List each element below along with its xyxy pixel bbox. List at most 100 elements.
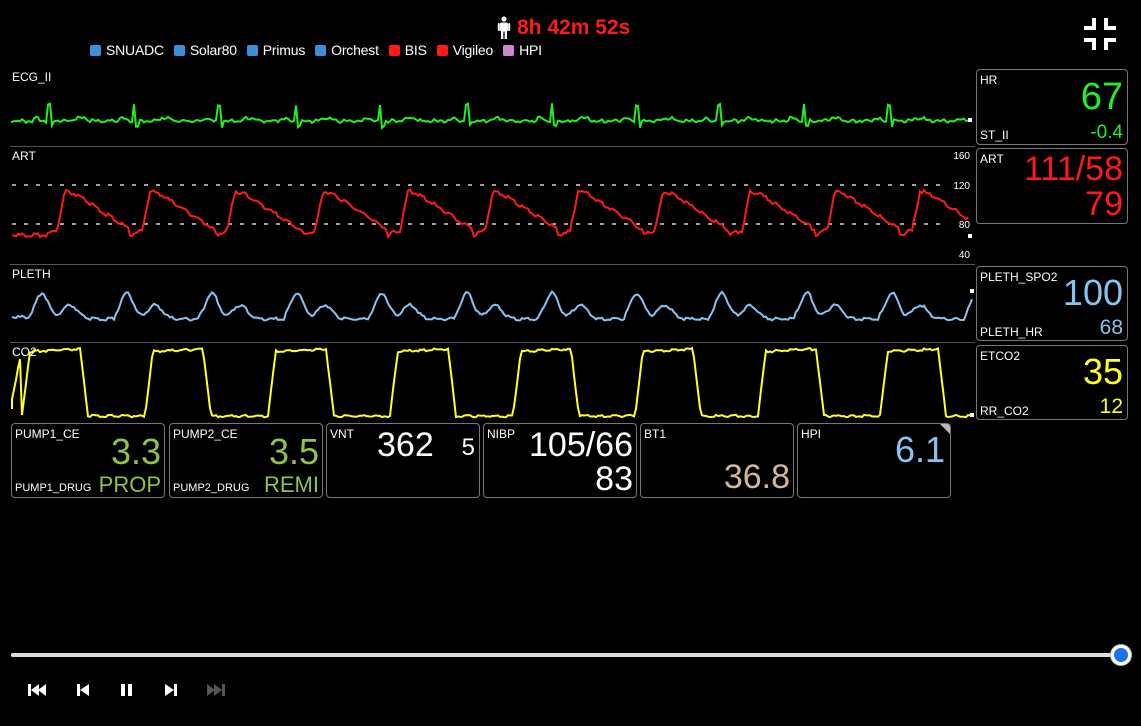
pleth-hr-value: 68 [1099, 316, 1123, 339]
art-scale-160: 160 [953, 151, 970, 162]
spo2-value: 100 [1062, 272, 1123, 313]
pleth-trace [11, 289, 973, 322]
legend-label: Orchest [331, 42, 379, 58]
legend-swatch [436, 44, 448, 56]
legend-label: BIS [404, 42, 427, 58]
step-back-icon[interactable] [73, 681, 93, 699]
pump2-drug-label: PUMP2_DRUG [173, 482, 250, 494]
legend-label: Primus [262, 42, 306, 58]
art-scale-80: 80 [959, 220, 971, 231]
legend-label: HPI [519, 42, 542, 58]
pump1-panel[interactable]: PUMP1_CE 3.3 PUMP1_DRUG PROP [11, 423, 165, 498]
ecg-waveform [11, 102, 972, 131]
bt1-value: 36.8 [723, 458, 790, 496]
pump2-panel[interactable]: PUMP2_CE 3.5 PUMP2_DRUG REMI [169, 423, 323, 498]
legend-label: Vigileo [452, 42, 494, 58]
st-value: -0.4 [1090, 122, 1123, 143]
etco2-label: ETCO2 [980, 349, 1021, 363]
co2-cursor [970, 413, 974, 417]
device-legend: SNUADC Solar80 Primus Orchest BIS Vigile… [90, 42, 542, 58]
step-forward-icon[interactable] [161, 681, 181, 699]
legend-item-orchest[interactable]: Orchest [315, 42, 379, 58]
pump2-ce-label: PUMP2_CE [173, 427, 238, 441]
pleth-cursor [970, 289, 974, 293]
art-waveform: 160 120 80 40 [11, 151, 972, 261]
st-label: ST_II [980, 128, 1009, 142]
legend-swatch [90, 44, 101, 56]
person-icon [497, 16, 511, 39]
nibp-panel[interactable]: NIBP 105/66 83 [483, 423, 637, 498]
ecg-trace [11, 102, 969, 131]
legend-swatch [246, 44, 258, 56]
elapsed-timer: 8h 42m 52s [497, 13, 630, 43]
ecg-cursor [968, 118, 972, 122]
art-trace [11, 188, 969, 240]
pump2-drug-value: REMI [264, 472, 319, 497]
legend-swatch [503, 44, 515, 56]
vnt-extra-value: 5 [461, 434, 475, 461]
skip-forward-icon [207, 684, 225, 696]
pause-icon[interactable] [117, 681, 137, 699]
art-label: ART [980, 152, 1004, 166]
legend-item-snuadc[interactable]: SNUADC [90, 42, 164, 58]
elapsed-time: 8h 42m 52s [517, 16, 631, 39]
art-scale-120: 120 [953, 181, 970, 192]
hpi-panel[interactable]: HPI 6.1 [797, 423, 951, 498]
pump1-drug-label: PUMP1_DRUG [15, 482, 92, 494]
spo2-label: PLETH_SPO2 [980, 270, 1058, 284]
art-scale-40: 40 [959, 250, 971, 261]
pump1-ce-value: 3.3 [110, 431, 161, 472]
pleth-waveform [11, 289, 974, 322]
legend-item-primus[interactable]: Primus [246, 42, 306, 58]
hpi-value: 6.1 [894, 429, 945, 470]
legend-swatch [388, 44, 400, 56]
pleth-numeric-box[interactable]: PLETH_SPO2 100 PLETH_HR 68 [976, 266, 1128, 341]
track-label: CO2 [12, 345, 37, 359]
hpi-corner-marker [940, 424, 950, 434]
bt1-label: BT1 [644, 427, 667, 441]
co2-track: CO2 [10, 343, 975, 421]
nibp-label: NIBP [487, 427, 516, 441]
nibp-value: 105/66 [529, 426, 633, 464]
art-track: ART 160 120 80 40 [10, 147, 975, 264]
rr-value: 12 [1099, 395, 1123, 418]
legend-swatch [315, 44, 327, 56]
vnt-label: VNT [330, 427, 354, 441]
co2-trace [11, 346, 973, 419]
hr-value: 67 [1080, 76, 1123, 118]
collapse-icon[interactable] [1084, 18, 1116, 50]
ecg-track: ECG_II [10, 68, 975, 146]
co2-waveform [11, 346, 974, 419]
art-numeric-box[interactable]: ART 111/58 79 [976, 148, 1128, 224]
track-label: ECG_II [12, 70, 52, 84]
legend-swatch [173, 44, 185, 56]
nibp-mean-value: 83 [595, 460, 633, 498]
legend-item-bis[interactable]: BIS [388, 42, 427, 58]
vnt-tidal-value: 362 [377, 426, 434, 464]
pump1-drug-value: PROP [98, 472, 161, 497]
track-label: PLETH [12, 267, 51, 281]
legend-label: SNUADC [106, 42, 164, 58]
bt1-panel[interactable]: BT1 36.8 [640, 423, 794, 498]
track-label: ART [12, 149, 36, 163]
hr-numeric-box[interactable]: HR 67 ST_II -0.4 [976, 69, 1128, 145]
legend-item-solar80[interactable]: Solar80 [173, 42, 237, 58]
legend-item-vigileo[interactable]: Vigileo [436, 42, 494, 58]
pump1-ce-label: PUMP1_CE [15, 427, 80, 441]
legend-item-hpi[interactable]: HPI [503, 42, 542, 58]
skip-back-icon[interactable] [27, 681, 47, 699]
pleth-hr-label: PLETH_HR [980, 325, 1043, 339]
timeline-progress [11, 653, 1121, 657]
etco2-numeric-box[interactable]: ETCO2 35 RR_CO2 12 [976, 345, 1128, 420]
legend-label: Solar80 [189, 42, 237, 58]
timeline-handle[interactable] [1111, 645, 1131, 665]
playback-timeline[interactable] [11, 645, 1131, 665]
hr-label: HR [980, 73, 998, 87]
pleth-track: PLETH [10, 265, 975, 342]
rr-label: RR_CO2 [980, 404, 1029, 418]
etco2-value: 35 [1082, 351, 1123, 392]
art-cursor [968, 234, 972, 238]
art-mean-value: 79 [1085, 185, 1123, 223]
vnt-panel[interactable]: VNT 362 5 [326, 423, 480, 498]
hpi-label: HPI [801, 427, 822, 441]
